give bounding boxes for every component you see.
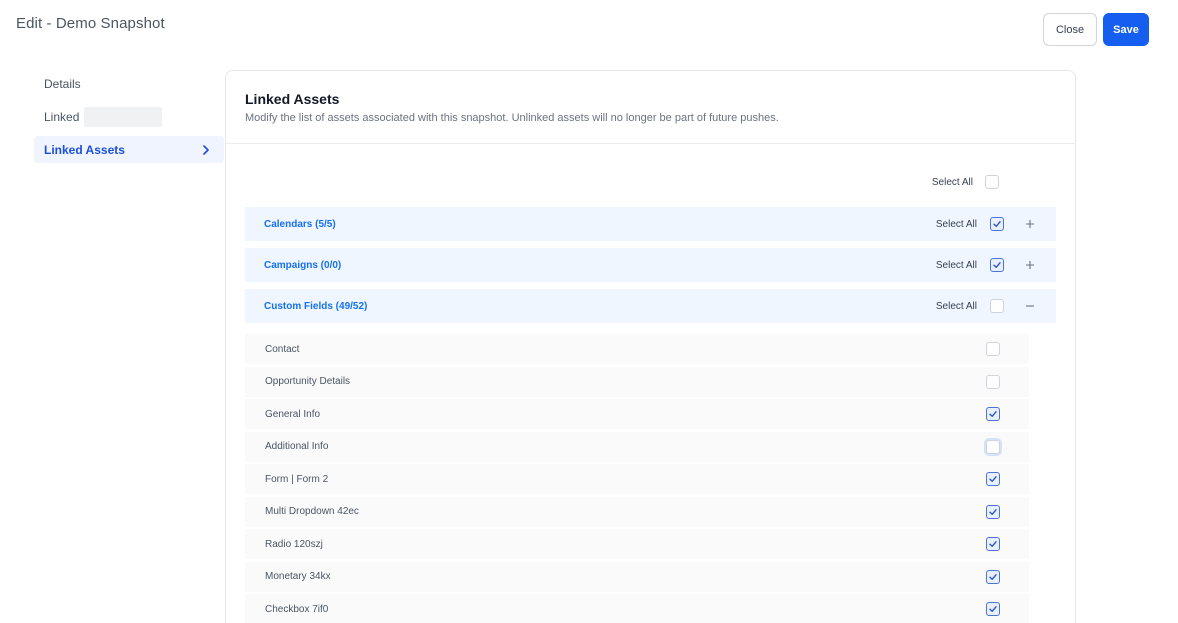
linked-assets-card: Linked Assets Modify the list of assets … [225, 70, 1076, 623]
check-icon [989, 573, 997, 580]
list-item[interactable]: Radio 120szj [245, 529, 1029, 559]
sidebar-item-label: Details [44, 76, 81, 91]
item-label: General Info [265, 408, 321, 420]
item-label: Radio 120szj [265, 538, 323, 550]
group-calendars[interactable]: Calendars (5/5) Select All [245, 207, 1056, 241]
sidebar-item-linked[interactable]: Linked [34, 103, 224, 130]
card-title: Linked Assets [245, 91, 340, 107]
select-all-global: Select All [932, 175, 999, 189]
item-checkbox[interactable] [986, 342, 1000, 356]
group-select-all-checkbox[interactable] [990, 217, 1004, 231]
check-icon [993, 262, 1001, 268]
list-item[interactable]: Monetary 34kx [245, 561, 1029, 592]
item-label: Monetary 34kx [265, 571, 331, 582]
select-all-label: Select All [935, 218, 977, 230]
group-select-all-checkbox[interactable] [990, 299, 1004, 313]
redacted-block [84, 106, 163, 127]
check-icon [993, 221, 1001, 227]
group-campaigns[interactable]: Campaigns (0/0) Select All [245, 248, 1056, 282]
item-checkbox[interactable] [986, 602, 1000, 616]
custom-fields-list: Contact Opportunity Details General Info… [245, 334, 1029, 623]
group-custom-fields[interactable]: Custom Fields (49/52) Select All [245, 289, 1056, 323]
sidebar-item-details[interactable]: Details [34, 70, 224, 97]
sidebar-item-linked-assets[interactable]: Linked Assets [34, 136, 224, 163]
save-button[interactable]: Save [1103, 13, 1149, 46]
group-title[interactable]: Custom Fields (49/52) [264, 301, 367, 312]
item-checkbox[interactable] [986, 407, 1000, 421]
group-select-all-checkbox[interactable] [990, 258, 1004, 272]
sidebar-item-label: Linked [44, 109, 80, 124]
list-item[interactable]: Checkbox 7if0 [245, 594, 1029, 623]
select-all-label: Select All [935, 259, 977, 271]
minus-icon[interactable] [1004, 301, 1056, 311]
group-title[interactable]: Calendars (5/5) [264, 219, 336, 230]
select-all-checkbox[interactable] [985, 175, 999, 189]
item-label: Additional Info [265, 441, 329, 452]
plus-icon[interactable] [1004, 219, 1056, 229]
list-item[interactable]: General Info [245, 399, 1029, 429]
check-icon [989, 541, 997, 547]
check-icon [989, 476, 997, 482]
item-checkbox[interactable] [986, 537, 1000, 551]
sidebar-item-label: Linked Assets [44, 142, 125, 157]
plus-icon[interactable] [1004, 260, 1056, 270]
item-label: Checkbox 7if0 [265, 603, 329, 615]
item-checkbox[interactable] [986, 504, 1000, 519]
list-item[interactable]: Form | Form 2 [245, 464, 1029, 494]
item-label: Multi Dropdown 42ec [265, 506, 359, 517]
list-item[interactable]: Multi Dropdown 42ec [245, 496, 1029, 527]
list-item[interactable]: Contact [245, 334, 1029, 364]
item-label: Opportunity Details [265, 376, 351, 387]
item-label: Form | Form 2 [265, 473, 329, 485]
list-item[interactable]: Additional Info [245, 431, 1029, 462]
check-icon [989, 411, 997, 417]
item-checkbox[interactable] [986, 439, 1000, 454]
list-item[interactable]: Opportunity Details [245, 366, 1029, 397]
select-all-label: Select All [931, 176, 973, 188]
item-label: Contact [265, 343, 300, 355]
chevron-right-icon [202, 144, 210, 155]
page-title: Edit - Demo Snapshot [16, 15, 165, 32]
check-icon [989, 508, 997, 515]
select-all-label: Select All [935, 300, 977, 312]
card-header: Linked Assets Modify the list of assets … [226, 71, 1075, 144]
check-icon [989, 606, 997, 612]
item-checkbox[interactable] [986, 472, 1000, 486]
card-description: Modify the list of assets associated wit… [245, 112, 779, 124]
close-button[interactable]: Close [1043, 13, 1097, 46]
edit-snapshot-page: Edit - Demo Snapshot Close Save Details … [0, 0, 1178, 623]
item-checkbox[interactable] [986, 374, 1000, 389]
item-checkbox[interactable] [986, 569, 1000, 584]
group-title[interactable]: Campaigns (0/0) [264, 260, 341, 271]
sidebar-nav: Details Linked Linked Assets [34, 70, 224, 169]
